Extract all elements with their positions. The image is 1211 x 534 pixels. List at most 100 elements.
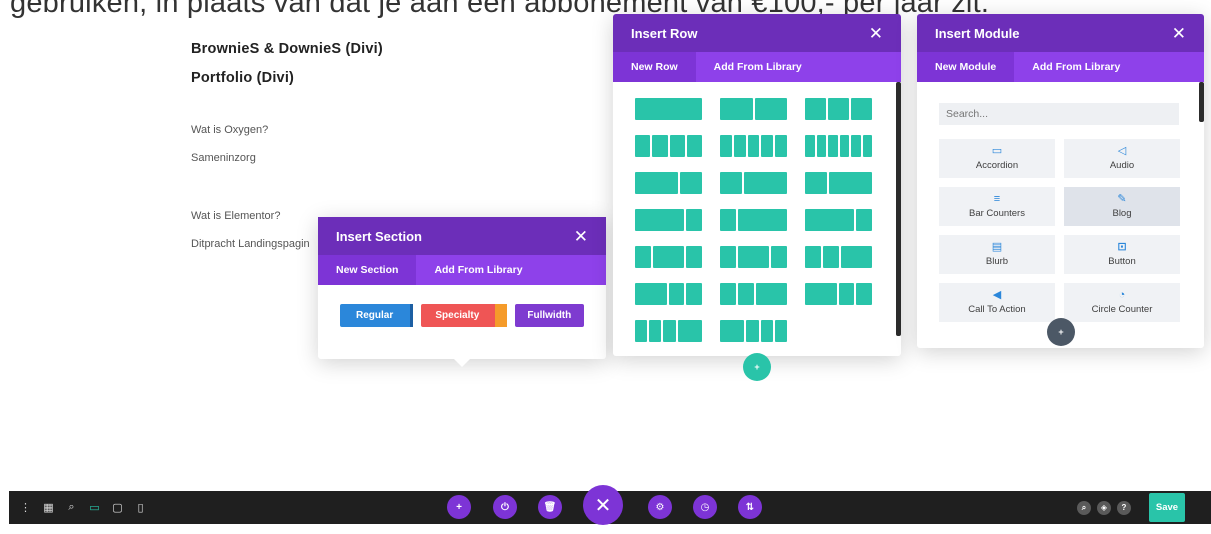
close-builder-button[interactable]: ✕ [583,485,623,525]
specialty-section-button[interactable]: Specialty [421,304,507,327]
row-layout-option[interactable] [635,172,702,194]
row-layout-option[interactable] [635,209,702,231]
module-item[interactable]: ≡ Bar Counters [939,187,1055,226]
module-item[interactable]: ▤ Blurb [939,235,1055,274]
module-label: Audio [1109,160,1135,171]
accordion-icon: ▭ [991,145,1003,157]
module-item[interactable]: ◔ Circle Counter [1064,283,1180,322]
row-column-block [761,135,774,157]
close-icon[interactable]: ✕ [574,228,588,245]
help-icon[interactable]: ? [1117,500,1131,515]
close-icon[interactable]: ✕ [1172,25,1186,42]
row-column-block [738,209,787,231]
link-elementor[interactable]: Wat is Elementor? [191,210,280,222]
row-layout-option[interactable] [635,246,702,268]
row-layout-option[interactable] [805,246,872,268]
power-button[interactable]: ⏻ [493,495,517,519]
row-column-block [746,320,759,342]
row-column-block [805,209,854,231]
row-layout-option[interactable] [720,283,787,305]
scrollbar[interactable] [1199,82,1204,122]
row-layout-option[interactable] [720,135,787,157]
fullwidth-label: Fullwidth [527,310,572,321]
row-column-block [677,320,702,342]
row-layout-option[interactable] [720,209,787,231]
module-label: Accordion [975,160,1019,171]
row-layout-option[interactable] [805,283,872,305]
module-item[interactable]: ◁ Audio [1064,139,1180,178]
link-brownies[interactable]: BrownieS & DownieS (Divi) [191,41,383,57]
module-grid: ▭ Accordion ◁ Audio ≡ Bar Counters ✎ Blog ▤ Blurb… [917,125,1204,322]
tab-add-from-library[interactable]: Add From Library [1014,52,1138,82]
row-layout-option[interactable] [720,320,787,342]
row-column-block [743,172,787,194]
row-column-block [635,135,651,157]
right-controls: ⌕ ◈? Save [1077,491,1185,524]
tab-add-from-library[interactable]: Add From Library [696,52,820,82]
portability-button[interactable]: ⇅ [738,495,762,519]
settings-button[interactable]: ⚙ [648,495,672,519]
module-item[interactable]: ⊡ Button [1064,235,1180,274]
row-layout-option[interactable] [720,98,787,120]
module-item[interactable]: ✎ Blog [1064,187,1180,226]
circle-counter-icon: ◔ [1118,289,1126,301]
insert-row-title: Insert Row [631,25,698,41]
row-column-block [851,98,872,120]
module-label: Blog [1112,208,1132,219]
insert-module-header: Insert Module ✕ [917,14,1204,52]
row-column-block [720,98,753,120]
link-portfolio[interactable]: Portfolio (Divi) [191,70,294,86]
tab-new-row[interactable]: New Row [613,52,696,82]
specialty-accent-bar [494,304,507,327]
module-item[interactable]: ▭ Accordion [939,139,1055,178]
link-oxygen[interactable]: Wat is Oxygen? [191,124,268,136]
row-column-block [805,172,827,194]
row-column-block [663,320,676,342]
row-layout-option[interactable] [720,246,787,268]
search-icon[interactable]: ⌕ [1077,500,1091,515]
row-layout-option[interactable] [720,172,787,194]
link-sameninzorg[interactable]: Sameninzorg [191,152,256,164]
row-layout-option[interactable] [635,320,702,342]
module-label: Circle Counter [1091,304,1153,315]
row-column-block [652,135,668,157]
row-layout-option[interactable] [805,172,872,194]
add-module-button[interactable]: + [1047,318,1075,346]
scrollbar[interactable] [896,82,901,336]
audio-icon: ◁ [1117,145,1127,157]
row-layout-option[interactable] [805,98,872,120]
module-item[interactable]: ◀ Call To Action [939,283,1055,322]
row-layout-option[interactable] [635,98,702,120]
module-search-input[interactable] [939,103,1179,125]
trash-button[interactable]: 🗑 [538,495,562,519]
row-layout-option[interactable] [635,283,702,305]
insert-section-title: Insert Section [336,228,422,244]
row-layout-option[interactable] [635,135,702,157]
add-row-button[interactable]: + [743,353,771,381]
row-column-block [720,283,736,305]
history-button[interactable]: ◷ [693,495,717,519]
row-column-block [669,135,685,157]
row-layout-option[interactable] [805,209,872,231]
row-column-block [862,135,872,157]
regular-section-button[interactable]: Regular [340,304,414,327]
save-button[interactable]: Save [1149,493,1185,522]
close-icon[interactable]: ✕ [869,25,883,42]
module-label: Blurb [985,256,1009,267]
tab-add-from-library[interactable]: Add From Library [416,255,540,285]
regular-accent-bar [410,304,414,327]
insert-module-tabs: New Module Add From Library [917,52,1204,82]
layers-icon[interactable]: ◈ [1097,500,1111,515]
trash-icon: 🗑 [543,501,557,513]
row-column-block [652,246,685,268]
fullwidth-section-button[interactable]: Fullwidth [514,304,584,327]
module-label: Button [1108,256,1136,267]
tab-new-section[interactable]: New Section [318,255,417,285]
row-column-block [760,320,773,342]
row-column-block [771,246,787,268]
row-layout-option[interactable] [805,135,872,157]
tab-new-module[interactable]: New Module [917,52,1015,82]
link-ditpracht[interactable]: Ditpracht Landingspagin [191,238,310,250]
row-column-block [828,135,838,157]
add-button[interactable]: + [447,495,471,519]
